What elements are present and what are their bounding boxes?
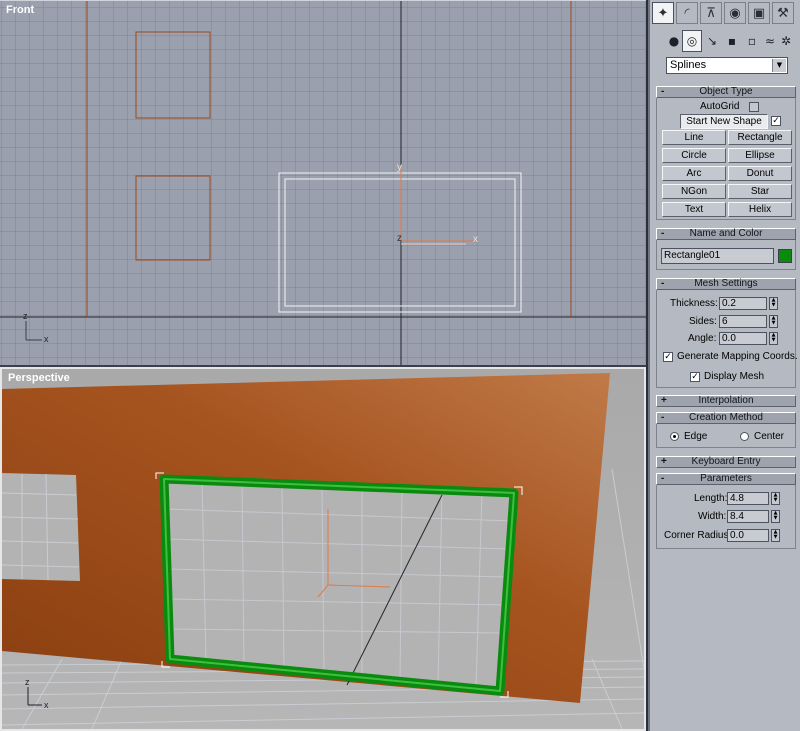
center-radio[interactable] [740, 432, 749, 441]
circle-label: Circle [681, 150, 707, 161]
ngon-label: NGon [680, 186, 708, 197]
geometry-icon[interactable]: ● [664, 30, 684, 52]
object-name-field[interactable]: Rectangle01 [661, 248, 774, 264]
category-dropdown[interactable]: Splines ▼ [666, 57, 788, 74]
donut-button[interactable]: Donut [728, 166, 792, 181]
keyboard-entry-title: Keyboard Entry [691, 456, 761, 467]
parameters-title: Parameters [700, 473, 752, 484]
width-field[interactable]: 8.4 [727, 510, 769, 523]
arc-button[interactable]: Arc [662, 166, 726, 181]
corner-radius-label: Corner Radius: [664, 530, 732, 541]
front-viewport[interactable]: x y z x z Front [0, 0, 646, 367]
helix-button[interactable]: Helix [728, 202, 792, 217]
angle-field[interactable]: 0.0 [719, 332, 767, 345]
name-and-color-title: Name and Color [689, 228, 763, 239]
object-color-swatch[interactable] [778, 249, 792, 263]
front-viewport-canvas: x y z x z [0, 1, 646, 365]
perspective-viewport-canvas: x z [2, 369, 644, 729]
object-type-title: Object Type [699, 86, 753, 97]
corner-radius-field[interactable]: 0.0 [727, 529, 769, 542]
shapes-icon[interactable]: ◎ [682, 30, 702, 52]
command-panel-tabs: ✦ ◜ ⊼ ◉ ▣ ⚒ [652, 2, 798, 24]
text-label: Text [684, 204, 704, 215]
command-panel: ✦ ◜ ⊼ ◉ ▣ ⚒ ● ◎ ↘ ▪ ▫ ≈ ✲ Splines ▼ - Obj… [648, 0, 800, 731]
star-label: Star [750, 186, 770, 197]
star-button[interactable]: Star [728, 184, 792, 199]
parameters-rollout-header[interactable]: - Parameters [656, 473, 796, 485]
sides-label: Sides: [689, 316, 717, 327]
start-new-shape-checkbox[interactable]: ✓ [771, 116, 781, 126]
rectangle-label: Rectangle [737, 132, 783, 143]
interpolation-title: Interpolation [698, 395, 754, 406]
center-label: Center [754, 431, 785, 442]
display-icon[interactable]: ▣ [748, 2, 770, 24]
length-spinner[interactable]: ▲ ▼ [771, 492, 780, 505]
helpers-icon[interactable]: ▫ [742, 30, 762, 52]
length-field[interactable]: 4.8 [727, 492, 769, 505]
name-and-color-rollout-header[interactable]: - Name and Color [656, 228, 796, 240]
autogrid-checkbox[interactable] [749, 102, 759, 112]
persp-tripod-z-label: z [25, 677, 30, 687]
persp-tripod-x-label: x [44, 700, 49, 710]
mesh-settings-rollout-header[interactable]: - Mesh Settings [656, 278, 796, 290]
start-new-shape-button[interactable]: Start New Shape [680, 114, 768, 129]
front-tripod-z-label: z [23, 311, 28, 321]
category-dropdown-value: Splines [670, 59, 707, 71]
thickness-spinner[interactable]: ▲ ▼ [769, 297, 778, 310]
front-viewport-label[interactable]: Front [6, 4, 34, 16]
text-button[interactable]: Text [662, 202, 726, 217]
motion-icon[interactable]: ◉ [724, 2, 746, 24]
thickness-field[interactable]: 0.2 [719, 297, 767, 310]
perspective-viewport-label[interactable]: Perspective [8, 372, 70, 384]
generate-mapping-label: Generate Mapping Coords. [677, 351, 798, 362]
sides-field[interactable]: 6 [719, 315, 767, 328]
ellipse-label: Ellipse [745, 150, 775, 161]
cameras-icon[interactable]: ▪ [722, 30, 742, 52]
display-mesh-label: Display Mesh [704, 371, 765, 382]
create-subcategories: ● ◎ ↘ ▪ ▫ ≈ ✲ [664, 30, 794, 52]
sides-spinner[interactable]: ▲ ▼ [769, 315, 778, 328]
creation-method-rollout-header[interactable]: - Creation Method [656, 412, 796, 424]
gizmo-x-label: x [473, 234, 478, 245]
width-label: Width: [698, 511, 727, 522]
circle-button[interactable]: Circle [662, 148, 726, 163]
angle-spinner[interactable]: ▲ ▼ [769, 332, 778, 345]
display-mesh-checkbox[interactable]: ✓ [690, 372, 700, 382]
interpolation-rollout-header[interactable]: + Interpolation [656, 395, 796, 407]
length-label: Length: [694, 493, 728, 504]
modify-icon[interactable]: ◜ [676, 2, 698, 24]
ngon-button[interactable]: NGon [662, 184, 726, 199]
width-spinner[interactable]: ▲ ▼ [771, 510, 780, 523]
wall-window-opening [2, 473, 80, 581]
arc-label: Arc [686, 168, 702, 179]
autogrid-label: AutoGrid [700, 101, 740, 112]
utilities-icon[interactable]: ⚒ [772, 2, 794, 24]
chevron-down-icon[interactable]: ▼ [772, 59, 786, 72]
systems-icon[interactable]: ✲ [776, 30, 796, 52]
ellipse-button[interactable]: Ellipse [728, 148, 792, 163]
rectangle-button[interactable]: Rectangle [728, 130, 792, 145]
hierarchy-icon[interactable]: ⊼ [700, 2, 722, 24]
gizmo-z-label: z [397, 233, 402, 244]
perspective-viewport[interactable]: x z Perspective [0, 367, 646, 731]
line-label: Line [684, 132, 704, 143]
thickness-label: Thickness: [670, 298, 718, 309]
gizmo-y-label: y [397, 162, 402, 173]
angle-label: Angle: [688, 333, 717, 344]
edge-radio[interactable] [670, 432, 679, 441]
edge-label: Edge [684, 431, 708, 442]
keyboard-entry-rollout-header[interactable]: + Keyboard Entry [656, 456, 796, 468]
start-new-shape-label: Start New Shape [686, 116, 762, 127]
lights-icon[interactable]: ↘ [702, 30, 722, 52]
corner-radius-spinner[interactable]: ▲ ▼ [771, 529, 780, 542]
mesh-settings-title: Mesh Settings [694, 278, 758, 289]
front-tripod-x-label: x [44, 334, 49, 344]
helix-label: Helix [748, 204, 772, 215]
create-icon[interactable]: ✦ [652, 2, 674, 24]
line-button[interactable]: Line [662, 130, 726, 145]
creation-method-title: Creation Method [689, 412, 763, 423]
object-type-rollout-header[interactable]: - Object Type [656, 86, 796, 98]
donut-label: Donut [746, 168, 774, 179]
generate-mapping-checkbox[interactable]: ✓ [663, 352, 673, 362]
